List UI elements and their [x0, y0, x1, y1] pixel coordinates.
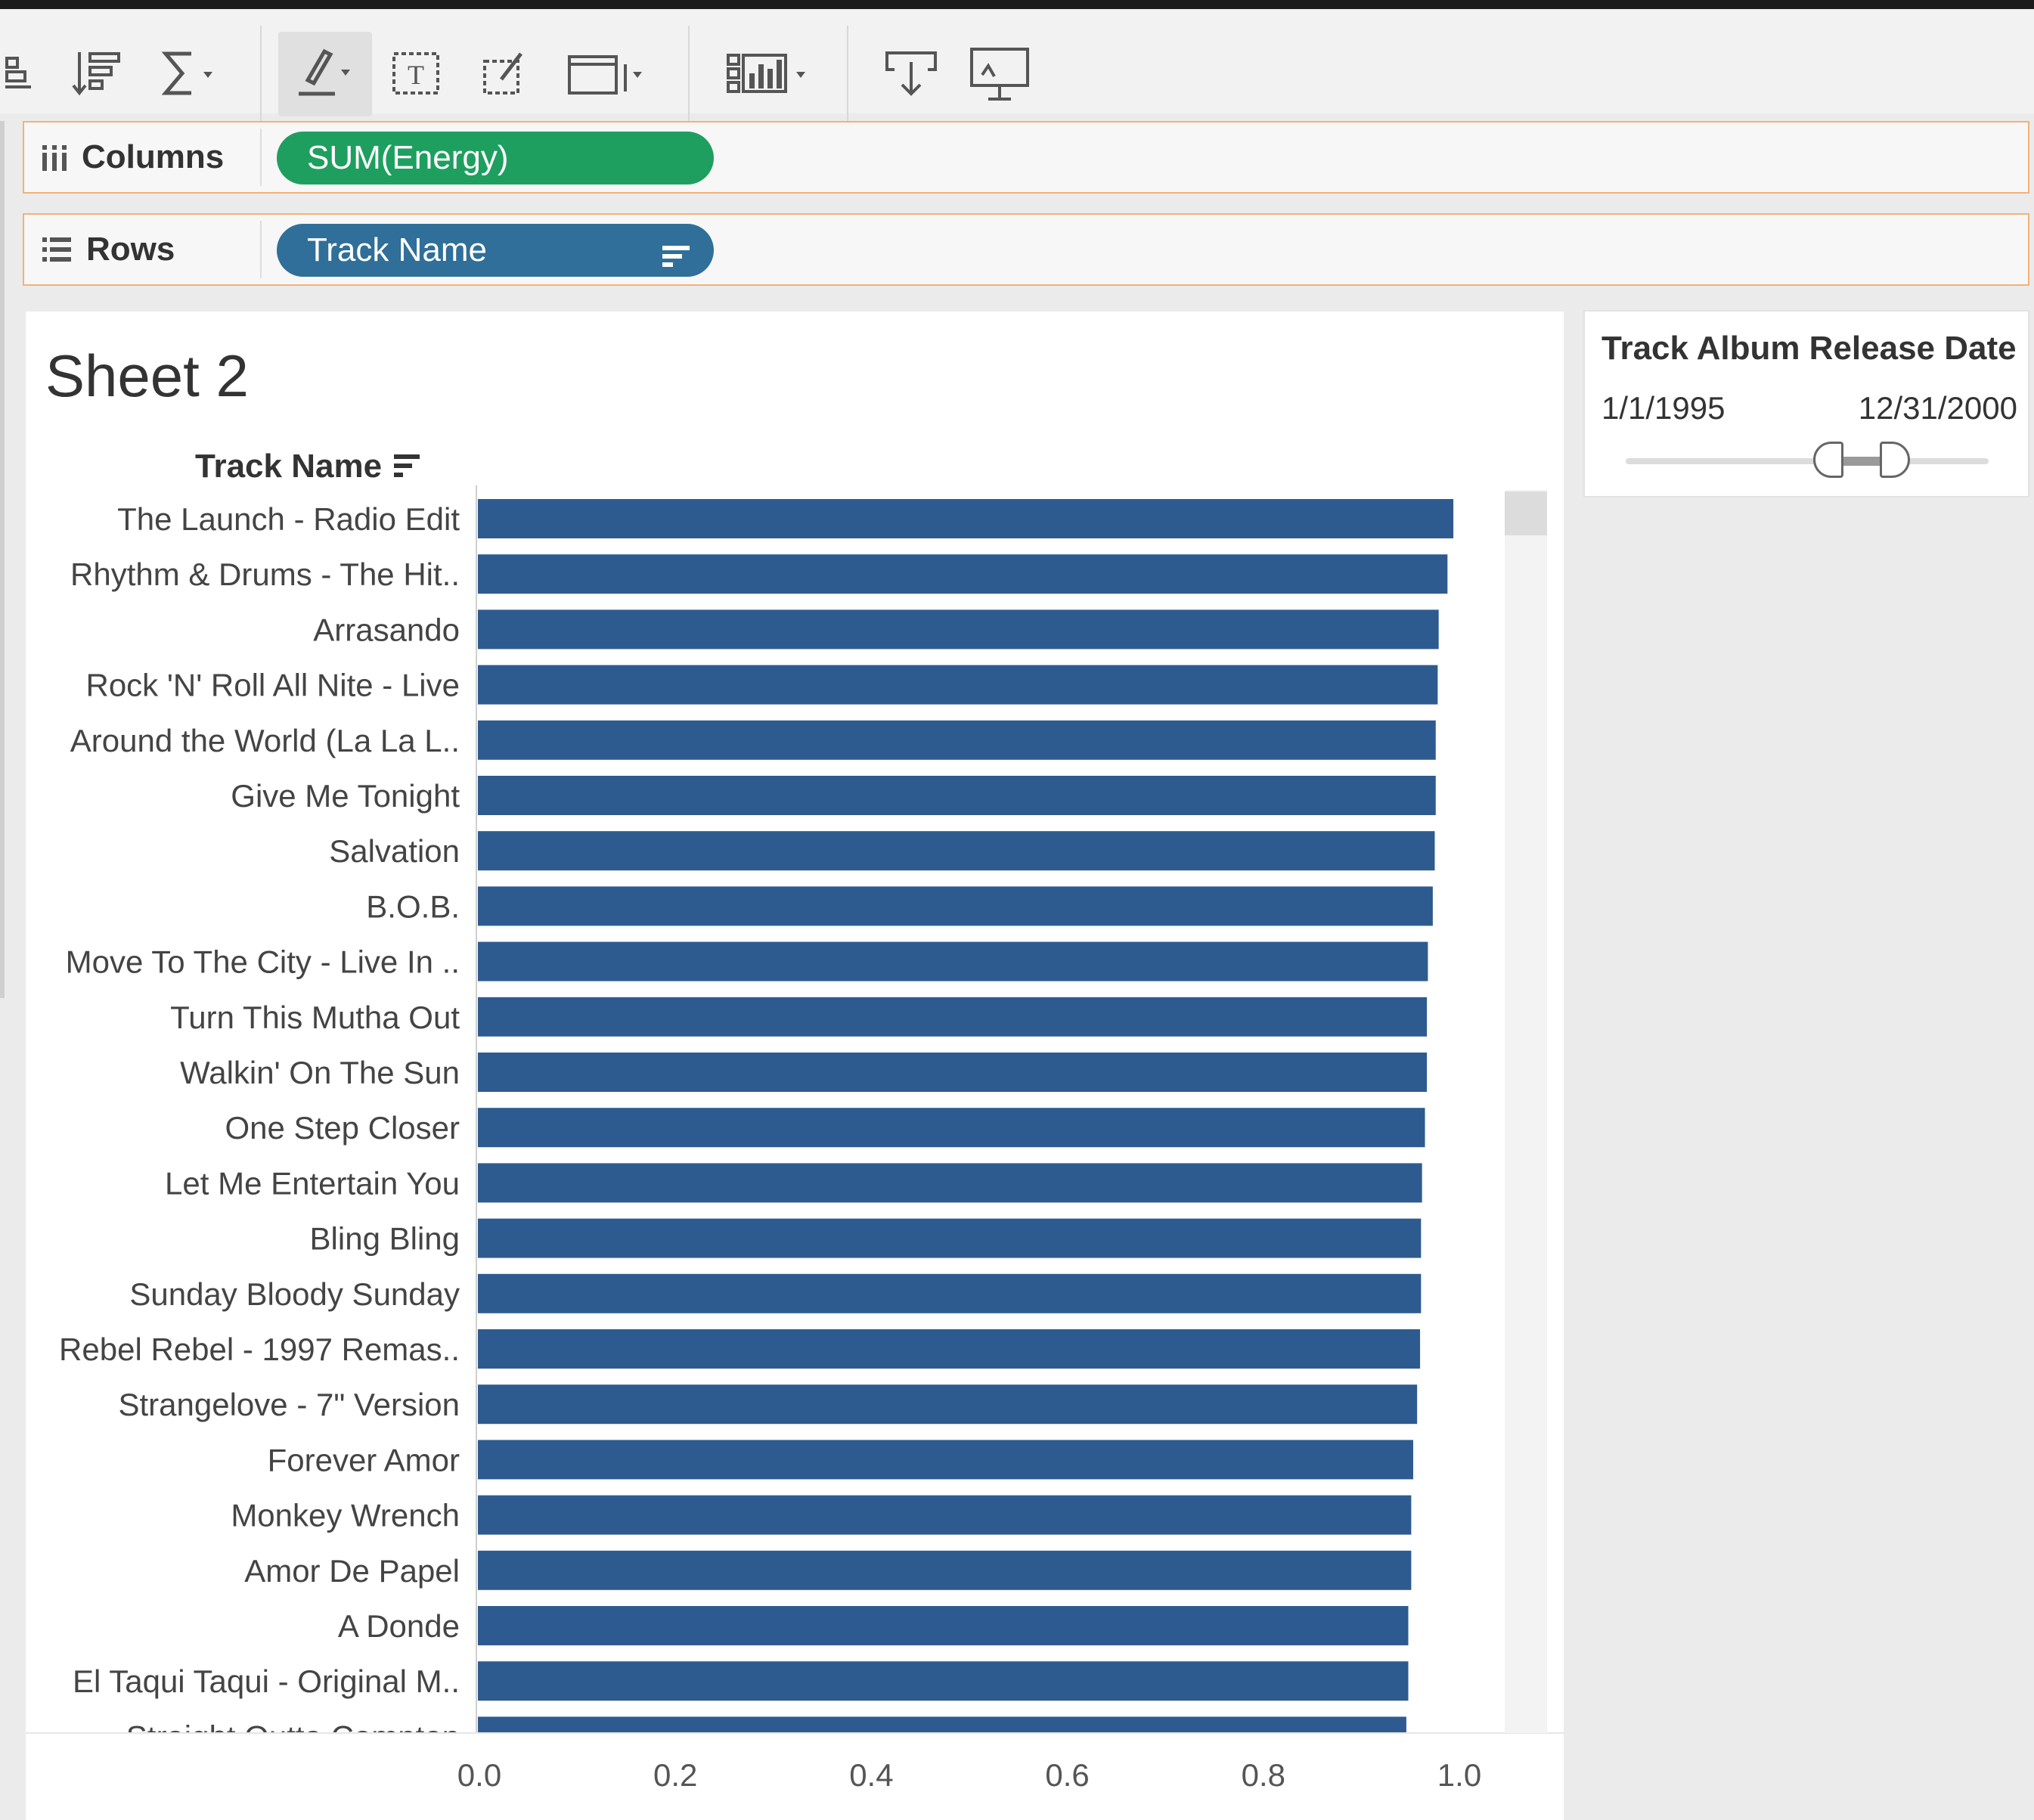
show-me-icon[interactable] — [720, 39, 818, 107]
window-top-strip — [0, 0, 2034, 9]
category-label[interactable]: Forever Amor — [268, 1442, 460, 1477]
bar[interactable] — [478, 665, 1438, 705]
bar[interactable] — [478, 1661, 1409, 1701]
bar[interactable] — [478, 1495, 1412, 1535]
bar[interactable] — [478, 720, 1436, 760]
category-label[interactable]: One Step Closer — [225, 1110, 460, 1146]
category-label[interactable]: Straight Outta Compton — [126, 1719, 460, 1754]
format-icon[interactable] — [475, 39, 535, 107]
range-slider-min-handle[interactable] — [1813, 442, 1843, 478]
category-label[interactable]: Move To The City - Live In .. — [66, 944, 460, 980]
category-label[interactable]: A Donde — [338, 1608, 460, 1644]
category-label[interactable]: Amor De Papel — [244, 1553, 460, 1589]
category-label[interactable]: B.O.B. — [366, 888, 460, 924]
toolbar-separator — [688, 26, 690, 122]
bar[interactable] — [478, 609, 1439, 650]
bar[interactable] — [478, 831, 1435, 871]
bar[interactable] — [478, 1440, 1413, 1480]
category-label[interactable]: Strangelove - 7" Version — [119, 1387, 460, 1422]
x-tick-label: 0.8 — [1242, 1757, 1285, 1793]
bar[interactable] — [478, 1053, 1428, 1092]
x-tick-label: 1.0 — [1437, 1757, 1481, 1793]
bar[interactable] — [478, 1329, 1421, 1369]
category-label[interactable]: Give Me Tonight — [231, 778, 460, 814]
bar[interactable] — [478, 1218, 1422, 1258]
category-label[interactable]: Let Me Entertain You — [165, 1165, 460, 1201]
rows-label-text: Rows — [86, 231, 175, 268]
chart-scrollbar[interactable] — [1505, 490, 1547, 1733]
toolbar-separator — [260, 26, 262, 122]
rows-icon — [42, 237, 71, 262]
track-name-pill-text: Track Name — [307, 231, 487, 268]
category-label[interactable]: Around the World (La La L.. — [70, 723, 460, 758]
totals-sum-icon[interactable] — [156, 39, 224, 107]
columns-shelf[interactable]: Columns SUM(Energy) — [23, 121, 2029, 194]
category-label[interactable]: Bling Bling — [310, 1221, 460, 1257]
download-icon[interactable] — [877, 39, 945, 107]
x-tick-label: 0.0 — [457, 1757, 501, 1793]
shelf-divider — [260, 221, 262, 278]
range-slider-track[interactable] — [1626, 458, 1989, 464]
toolbar-separator — [847, 26, 848, 122]
shelf-divider — [260, 129, 262, 186]
category-label[interactable]: Rock 'N' Roll All Nite - Live — [85, 668, 460, 703]
bar[interactable] — [478, 1108, 1425, 1148]
category-label[interactable]: Walkin' On The Sun — [180, 1055, 460, 1090]
fit-width-icon[interactable] — [561, 39, 652, 107]
bar[interactable] — [478, 776, 1436, 815]
category-label[interactable]: Monkey Wrench — [231, 1498, 460, 1533]
category-label[interactable]: The Launch - Radio Edit — [117, 501, 460, 537]
category-label[interactable]: Salvation — [329, 833, 460, 869]
bar[interactable] — [478, 886, 1433, 926]
worksheet: Sheet 2 Track Name The Launch - Radio Ed… — [26, 312, 1564, 1820]
x-tick-label: 0.4 — [849, 1757, 893, 1793]
columns-shelf-label: Columns — [41, 122, 268, 192]
bar[interactable] — [478, 1606, 1409, 1645]
toolbar: T — [0, 9, 2034, 122]
sort-icon[interactable] — [661, 239, 691, 277]
sum-energy-pill[interactable]: SUM(Energy) — [277, 132, 714, 184]
category-label[interactable]: El Taqui Taqui - Original M.. — [73, 1663, 460, 1699]
chart-scrollbar-thumb[interactable] — [1505, 491, 1547, 535]
x-tick-label: 0.6 — [1045, 1757, 1089, 1793]
columns-label-text: Columns — [82, 138, 225, 175]
bar[interactable] — [478, 1163, 1422, 1203]
category-label[interactable]: Rhythm & Drums - The Hit.. — [70, 557, 460, 592]
bar[interactable] — [478, 554, 1448, 594]
x-tick-label: 0.2 — [653, 1757, 697, 1793]
category-label[interactable]: Sunday Bloody Sunday — [129, 1276, 460, 1312]
bar[interactable] — [478, 1716, 1406, 1756]
range-slider-max-handle[interactable] — [1880, 442, 1910, 478]
date-range-filter: Track Album Release Date 1/1/1995 12/31/… — [1583, 310, 2029, 498]
filter-min-value[interactable]: 1/1/1995 — [1601, 390, 1725, 426]
bar[interactable] — [478, 1384, 1418, 1425]
presentation-icon[interactable] — [962, 39, 1037, 107]
svg-text:T: T — [408, 60, 424, 90]
columns-icon — [42, 145, 67, 171]
bar-chart: The Launch - Radio Edit Rhythm & Drums - … — [26, 485, 1564, 1793]
filter-max-value[interactable]: 12/31/2000 — [1859, 390, 2017, 426]
category-label[interactable]: Turn This Mutha Out — [170, 1000, 460, 1035]
highlight-pen-icon[interactable] — [287, 39, 363, 107]
bar[interactable] — [478, 941, 1428, 981]
label-marks-icon[interactable] — [0, 39, 38, 107]
sum-energy-pill-text: SUM(Energy) — [307, 139, 509, 176]
bar[interactable] — [478, 1273, 1422, 1313]
track-name-pill[interactable]: Track Name — [277, 224, 714, 277]
bar[interactable] — [478, 997, 1428, 1037]
category-label[interactable]: Arrasando — [313, 612, 460, 647]
rows-shelf-label: Rows — [41, 215, 268, 284]
sort-descending-icon[interactable] — [67, 39, 127, 107]
bar[interactable] — [478, 1550, 1412, 1590]
rows-shelf[interactable]: Rows Track Name — [23, 213, 2029, 286]
left-panel-edge — [0, 121, 5, 998]
bar[interactable] — [478, 499, 1454, 538]
text-annotation-icon[interactable]: T — [386, 39, 446, 107]
filter-title: Track Album Release Date — [1601, 330, 2017, 367]
category-label[interactable]: Rebel Rebel - 1997 Remas.. — [59, 1332, 460, 1367]
